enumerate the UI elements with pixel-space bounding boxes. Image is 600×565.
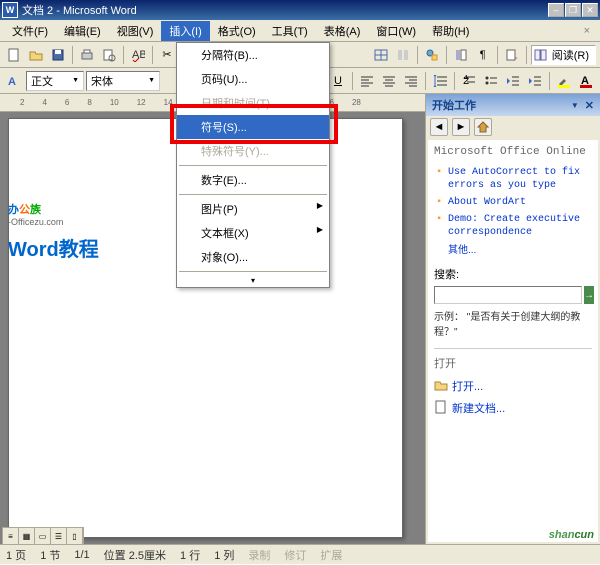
menuitem-special[interactable]: 特殊符号(Y)... xyxy=(177,139,329,163)
minimize-button[interactable]: – xyxy=(548,3,564,17)
menuitem-picture[interactable]: 图片(P)▶ xyxy=(177,197,329,221)
columns-icon[interactable] xyxy=(393,45,413,65)
help-close-icon[interactable]: × xyxy=(578,23,596,39)
search-go-button[interactable]: → xyxy=(584,286,594,304)
menu-file[interactable]: 文件(F) xyxy=(4,21,56,41)
menu-expand-icon[interactable]: ▾ xyxy=(177,274,329,287)
nav-back-icon[interactable]: ◄ xyxy=(430,118,448,136)
new-doc-icon[interactable] xyxy=(4,45,24,65)
open-file-link[interactable]: 打开... xyxy=(434,375,592,397)
show-marks-icon[interactable]: ¶ xyxy=(473,45,493,65)
status-col: 1 列 xyxy=(214,547,234,563)
menu-format[interactable]: 格式(O) xyxy=(210,21,264,41)
decrease-indent-icon[interactable] xyxy=(503,71,523,91)
web-view-icon[interactable]: ▦ xyxy=(19,528,35,544)
status-line: 1 行 xyxy=(180,547,200,563)
titlebar: W 文档 2 - Microsoft Word – ❐ ✕ xyxy=(0,0,600,20)
link-demo[interactable]: Demo: Create executive correspondence xyxy=(434,211,592,241)
open-heading: 打开 xyxy=(434,355,592,371)
status-rec: 录制 xyxy=(248,547,270,563)
new-doc-icon xyxy=(434,400,448,414)
menu-insert[interactable]: 插入(I) xyxy=(161,21,209,41)
status-position: 位置 2.5厘米 xyxy=(104,547,166,563)
normal-view-icon[interactable]: ≡ xyxy=(3,528,19,544)
styles-pane-icon[interactable]: A xyxy=(4,71,24,91)
corner-watermark: shancun xyxy=(549,522,594,543)
menuitem-number[interactable]: 数字(E)... xyxy=(177,168,329,192)
menu-view[interactable]: 视图(V) xyxy=(109,21,162,41)
doc-map-icon[interactable] xyxy=(451,45,471,65)
search-example: 示例： "是否有关于创建大纲的教程？" xyxy=(434,308,592,338)
svg-text:A: A xyxy=(8,76,16,88)
font-color-icon[interactable]: A xyxy=(576,71,596,91)
word-app-icon: W xyxy=(2,2,18,18)
menuitem-pagenum[interactable]: 页码(U)... xyxy=(177,67,329,91)
drawing-icon[interactable] xyxy=(422,45,442,65)
increase-indent-icon[interactable] xyxy=(525,71,545,91)
watermark-logo: 办公族 -Officezu.com Word教程 xyxy=(8,184,99,262)
status-ext: 扩展 xyxy=(320,547,342,563)
office-online-heading: Microsoft Office Online xyxy=(434,146,592,158)
status-section: 1 节 xyxy=(40,547,60,563)
search-label: 搜索: xyxy=(434,266,592,282)
status-page: 1 页 xyxy=(6,547,26,563)
numbered-list-icon[interactable]: 12 xyxy=(459,71,479,91)
menu-table[interactable]: 表格(A) xyxy=(316,21,369,41)
align-center-icon[interactable] xyxy=(379,71,399,91)
save-icon[interactable] xyxy=(48,45,68,65)
highlight-icon[interactable] xyxy=(554,71,574,91)
taskpane-header: 开始工作 ▼ ✕ xyxy=(426,94,600,116)
taskpane-close-icon[interactable]: ✕ xyxy=(585,99,594,112)
reading-layout-button[interactable]: 阅读(R) xyxy=(531,45,596,65)
table-icon[interactable] xyxy=(371,45,391,65)
link-more[interactable]: 其他... xyxy=(434,241,592,256)
menuitem-object[interactable]: 对象(O)... xyxy=(177,245,329,269)
font-combo[interactable]: 宋体▼ xyxy=(86,71,160,91)
menu-help[interactable]: 帮助(H) xyxy=(424,21,477,41)
svg-text:-: - xyxy=(514,52,518,62)
nav-home-icon[interactable] xyxy=(474,118,492,136)
menu-window[interactable]: 窗口(W) xyxy=(368,21,424,41)
menuitem-datetime[interactable]: 日期和时间(T)... xyxy=(177,91,329,115)
window-title: 文档 2 - Microsoft Word xyxy=(22,2,548,18)
menubar: 文件(F) 编辑(E) 视图(V) 插入(I) 格式(O) 工具(T) 表格(A… xyxy=(0,20,600,42)
menu-tools[interactable]: 工具(T) xyxy=(264,21,316,41)
align-right-icon[interactable] xyxy=(401,71,421,91)
status-rev: 修订 xyxy=(284,547,306,563)
outline-view-icon[interactable]: ☰ xyxy=(51,528,67,544)
insert-menu-dropdown: 分隔符(B)... 页码(U)... 日期和时间(T)... 符号(S)... … xyxy=(176,42,330,288)
cut-icon[interactable]: ✂ xyxy=(157,45,177,65)
statusbar: 1 页 1 节 1/1 位置 2.5厘米 1 行 1 列 录制 修订 扩展 xyxy=(0,544,600,564)
print-preview-icon[interactable] xyxy=(99,45,119,65)
task-pane: 开始工作 ▼ ✕ ◄ ► Microsoft Office Online Use… xyxy=(425,94,600,544)
view-buttons: ≡ ▦ ▭ ☰ ▯ xyxy=(2,527,84,545)
status-pages: 1/1 xyxy=(74,549,89,561)
align-left-icon[interactable] xyxy=(357,71,377,91)
print-icon[interactable] xyxy=(77,45,97,65)
zoom-out-icon[interactable]: - xyxy=(502,45,522,65)
menuitem-symbol[interactable]: 符号(S)... xyxy=(177,115,329,139)
menuitem-break[interactable]: 分隔符(B)... xyxy=(177,43,329,67)
taskpane-nav: ◄ ► xyxy=(426,116,600,138)
print-view-icon[interactable]: ▭ xyxy=(35,528,51,544)
underline-icon[interactable]: U xyxy=(328,71,348,91)
new-doc-link[interactable]: 新建文档... xyxy=(434,397,592,419)
folder-open-icon xyxy=(434,378,448,392)
nav-forward-icon[interactable]: ► xyxy=(452,118,470,136)
open-icon[interactable] xyxy=(26,45,46,65)
taskpane-dropdown-icon[interactable]: ▼ xyxy=(571,101,579,110)
reading-view-icon[interactable]: ▯ xyxy=(67,528,83,544)
restore-button[interactable]: ❐ xyxy=(565,3,581,17)
bullet-list-icon[interactable] xyxy=(481,71,501,91)
style-combo[interactable]: 正文▼ xyxy=(26,71,84,91)
close-button[interactable]: ✕ xyxy=(582,3,598,17)
taskpane-title: 开始工作 xyxy=(432,97,476,113)
menu-edit[interactable]: 编辑(E) xyxy=(56,21,109,41)
line-spacing-icon[interactable] xyxy=(430,71,450,91)
menuitem-textbox[interactable]: 文本框(X)▶ xyxy=(177,221,329,245)
search-input[interactable] xyxy=(434,286,582,304)
link-autocorrect[interactable]: Use AutoCorrect to fix errors as you typ… xyxy=(434,164,592,194)
link-wordart[interactable]: About WordArt xyxy=(434,194,592,211)
spellcheck-icon[interactable]: ABC xyxy=(128,45,148,65)
